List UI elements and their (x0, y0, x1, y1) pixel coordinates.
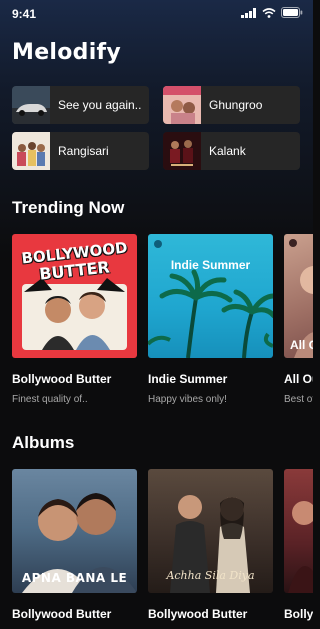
album-title: Bollywood Butter (12, 607, 112, 621)
trending-title: All Ou (284, 372, 313, 386)
trending-card[interactable]: BOLLYWOOD BUTTER Bollywood Butter Finest… (12, 234, 137, 405)
trending-card[interactable]: Indie Summer Indie Summer Happy vibes on… (148, 234, 273, 405)
trending-cover: Indie Summer (148, 234, 273, 358)
album-title: Bolly (284, 607, 313, 621)
trending-cover: BOLLYWOOD BUTTER (12, 234, 137, 358)
album-title: Bollywood Butter (148, 607, 248, 621)
trending-cover: All Ou (284, 234, 313, 358)
trending-row: BOLLYWOOD BUTTER Bollywood Butter Finest… (12, 234, 313, 405)
trending-clip: BOLLYWOOD BUTTER Bollywood Butter Finest… (0, 0, 313, 629)
album-card[interactable]: Achha Sila Diya Bollywood Butter (148, 469, 273, 621)
trending-subtitle: Happy vibes only! (148, 394, 227, 405)
album-cover-title: APNA BANA LE (21, 571, 128, 585)
albums-row: APNA BANA LE Bollywood Butter Achha Sila… (12, 469, 313, 621)
trending-title: Bollywood Butter (12, 372, 112, 386)
album-cover-title: Achha Sila Diya (166, 569, 255, 582)
album-card[interactable]: Bolly (284, 469, 313, 621)
trending-card[interactable]: All Ou All Ou Best of (284, 234, 313, 405)
cover-title: Indie Summer (170, 258, 251, 272)
albums-heading: Albums (12, 433, 75, 452)
trending-subtitle: Best of (284, 394, 313, 405)
album-cover: Achha Sila Diya (148, 469, 273, 593)
trending-subtitle: Finest quality of.. (12, 394, 88, 405)
cover-title: All Ou (290, 338, 313, 352)
album-cover: APNA BANA LE (12, 469, 137, 593)
album-art (288, 501, 313, 593)
album-card[interactable]: APNA BANA LE Bollywood Butter (12, 469, 137, 621)
trending-title: Indie Summer (148, 372, 228, 386)
palm-trees-art (148, 240, 273, 358)
album-cover (284, 469, 313, 593)
